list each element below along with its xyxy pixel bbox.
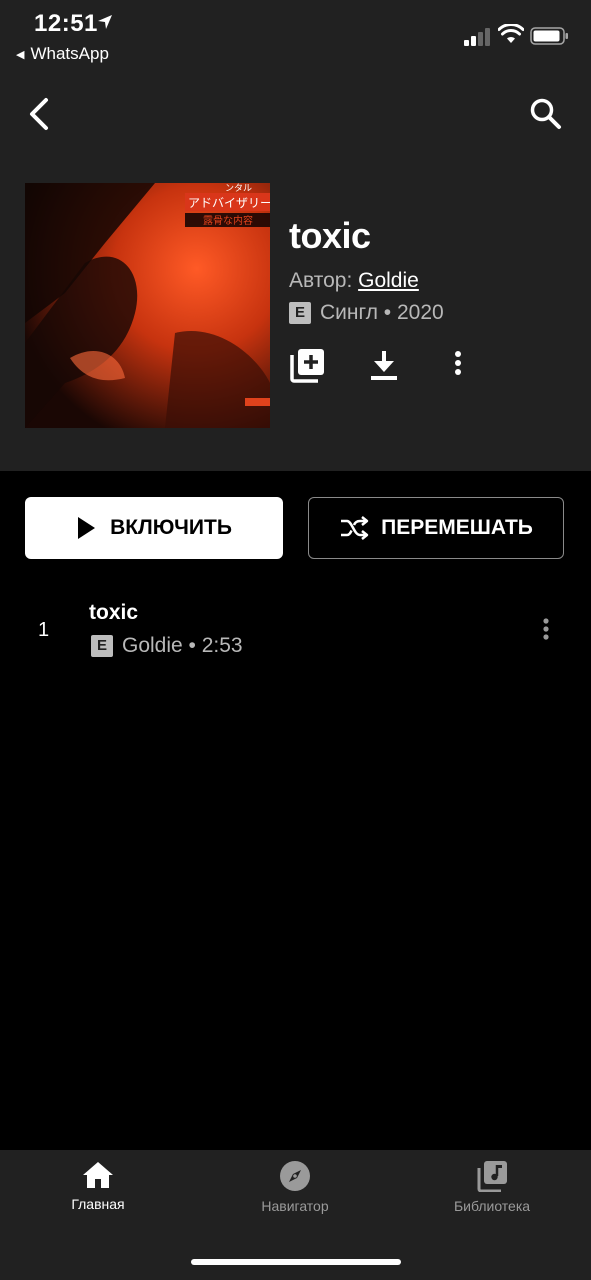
shuffle-icon	[341, 516, 369, 540]
location-arrow-icon	[98, 15, 112, 29]
home-icon	[83, 1162, 113, 1188]
download-button[interactable]	[366, 345, 402, 385]
album-title: toxic	[289, 215, 371, 256]
album-cover: ンタル アドバイザリー 露骨な内容	[25, 183, 270, 428]
track-more-options-button[interactable]	[536, 614, 556, 646]
shuffle-label: ПЕРЕМЕШАТЬ	[381, 516, 533, 539]
album-meta: E Сингл • 2020	[289, 301, 444, 325]
play-button[interactable]: ВКЛЮЧИТЬ	[25, 497, 283, 559]
play-label: ВКЛЮЧИТЬ	[110, 516, 232, 539]
album-header: ンタル アドバイザリー 露骨な内容 toxic Автор: Goldie E …	[0, 70, 591, 471]
track-explicit-badge: E	[91, 635, 113, 657]
track-meta: E Goldie • 2:53	[91, 634, 243, 658]
author-link[interactable]: Goldie	[358, 269, 419, 292]
nav-explore[interactable]: Навигатор	[220, 1160, 370, 1214]
status-bar: 12:51 ◀ WhatsApp	[0, 0, 591, 70]
author-prefix: Автор:	[289, 269, 353, 292]
nav-explore-label: Навигатор	[261, 1198, 329, 1214]
status-time: 12:51	[34, 10, 98, 37]
nav-home[interactable]: Главная	[23, 1160, 173, 1212]
cover-text-advisory: アドバイザリー	[188, 196, 270, 210]
home-indicator	[191, 1259, 401, 1265]
add-to-library-button[interactable]	[288, 345, 328, 385]
cellular-signal-icon	[464, 28, 490, 46]
explicit-badge: E	[289, 302, 311, 324]
track-number: 1	[38, 619, 50, 641]
shuffle-button[interactable]: ПЕРЕМЕШАТЬ	[308, 497, 564, 559]
play-icon	[78, 517, 96, 539]
nav-library[interactable]: Библиотека	[417, 1160, 567, 1214]
nav-home-label: Главная	[71, 1196, 125, 1212]
back-triangle-icon: ◀	[16, 49, 25, 61]
wifi-icon	[498, 24, 524, 43]
cover-text-explicit: 露骨な内容	[203, 214, 253, 227]
library-music-icon	[477, 1161, 507, 1192]
back-button[interactable]	[22, 94, 58, 134]
battery-icon	[530, 27, 568, 45]
track-artist-duration: Goldie • 2:53	[122, 634, 243, 657]
search-button[interactable]	[526, 94, 566, 134]
album-author: Автор: Goldie	[289, 269, 419, 293]
nav-library-label: Библиотека	[453, 1198, 531, 1214]
back-app-label: WhatsApp	[30, 44, 109, 63]
track-title: toxic	[89, 601, 139, 624]
back-to-app-link[interactable]: ◀ WhatsApp	[16, 44, 109, 64]
more-options-button[interactable]	[446, 345, 470, 385]
album-type-year: Сингл • 2020	[320, 301, 444, 324]
cover-text-top: ンタル	[225, 183, 252, 194]
compass-icon	[280, 1161, 310, 1191]
album-cover-art: ンタル アドバイザリー 露骨な内容	[25, 183, 270, 428]
